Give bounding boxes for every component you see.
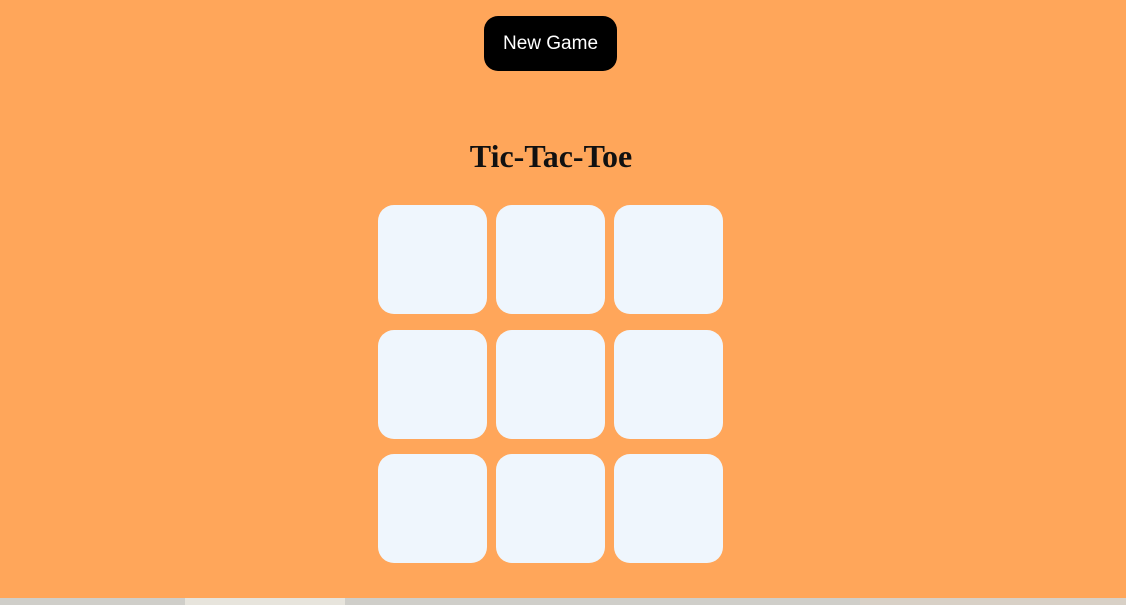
game-board xyxy=(378,205,723,563)
board-cell-8[interactable] xyxy=(496,454,605,563)
board-cell-5[interactable] xyxy=(496,329,605,439)
board-cell-6[interactable] xyxy=(614,329,723,439)
board-cell-4[interactable] xyxy=(378,329,487,439)
board-cell-7[interactable] xyxy=(378,454,487,563)
game-title: Tic-Tac-Toe xyxy=(469,138,633,174)
taskbar-strip xyxy=(0,598,1126,605)
taskbar-segment xyxy=(185,598,345,605)
board-cell-9[interactable] xyxy=(614,454,723,563)
board-cell-2[interactable] xyxy=(496,205,605,314)
board-cell-1[interactable] xyxy=(378,205,487,314)
taskbar-segment xyxy=(860,598,1126,605)
board-cell-3[interactable] xyxy=(614,205,723,314)
new-game-button[interactable]: New Game xyxy=(484,16,617,71)
